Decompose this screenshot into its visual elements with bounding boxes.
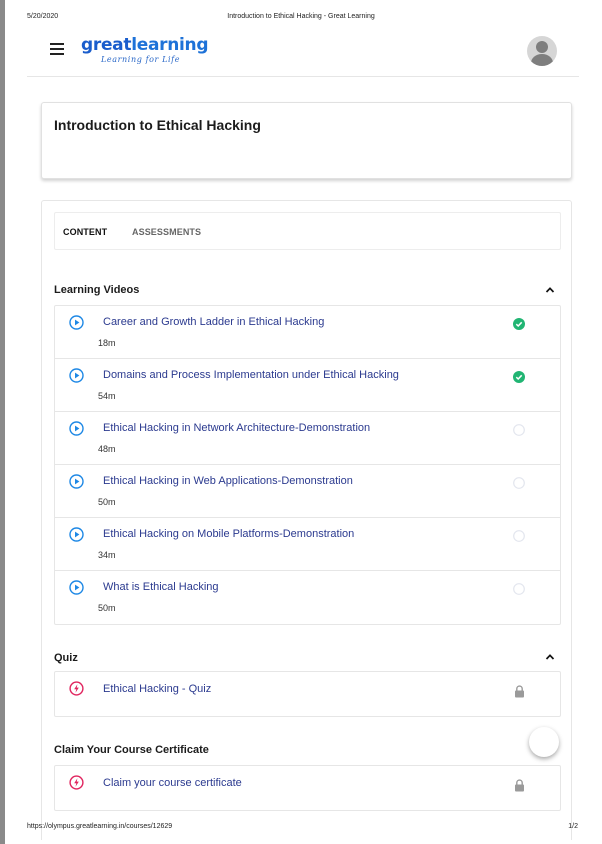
- logo-text-learning: learning: [131, 35, 209, 55]
- course-title-card: Introduction to Ethical Hacking: [41, 102, 572, 179]
- pending-circle-icon: [513, 423, 525, 436]
- quiz-list: Ethical Hacking - Quiz: [54, 671, 561, 717]
- quiz-icon: [69, 681, 84, 696]
- play-icon: [69, 368, 84, 383]
- video-item[interactable]: Domains and Process Implementation under…: [55, 359, 560, 412]
- section-title-learning-videos: Learning Videos: [54, 284, 140, 296]
- completed-check-icon: [513, 317, 525, 330]
- video-item[interactable]: Ethical Hacking on Mobile Platforms-Demo…: [55, 518, 560, 571]
- certificate-list: Claim your course certificate: [54, 765, 561, 811]
- video-item[interactable]: Ethical Hacking in Network Architecture-…: [55, 412, 560, 465]
- pending-circle-icon: [513, 582, 525, 595]
- collapse-learning-videos-icon[interactable]: [545, 285, 555, 295]
- great-learning-logo[interactable]: greatlearning Learning for Life: [81, 35, 209, 65]
- video-item-duration: 50m: [98, 497, 116, 507]
- completed-check-icon: [513, 370, 525, 383]
- lock-icon: [514, 779, 525, 792]
- section-title-certificate: Claim Your Course Certificate: [54, 744, 209, 756]
- logo-tagline: Learning for Life: [101, 55, 181, 64]
- play-icon: [69, 527, 84, 542]
- print-title: Introduction to Ethical Hacking - Great …: [227, 13, 375, 20]
- play-icon: [69, 315, 84, 330]
- video-item-label: Ethical Hacking in Web Applications-Demo…: [103, 475, 353, 487]
- video-item-label: Ethical Hacking in Network Architecture-…: [103, 422, 371, 434]
- video-item[interactable]: Career and Growth Ladder in Ethical Hack…: [55, 306, 560, 359]
- page-left-rule: [0, 0, 5, 844]
- video-item-label: Domains and Process Implementation under…: [103, 369, 399, 381]
- video-item-label: Ethical Hacking on Mobile Platforms-Demo…: [103, 528, 355, 540]
- play-icon: [69, 421, 84, 436]
- quiz-item[interactable]: Ethical Hacking - Quiz: [55, 672, 560, 716]
- hamburger-menu-icon[interactable]: [50, 43, 64, 55]
- video-item-duration: 54m: [98, 391, 116, 401]
- video-item-duration: 34m: [98, 550, 116, 560]
- lock-icon: [514, 685, 525, 698]
- print-page-number: 1/2: [568, 823, 578, 830]
- video-item[interactable]: Ethical Hacking in Web Applications-Demo…: [55, 465, 560, 518]
- learning-videos-list: Career and Growth Ladder in Ethical Hack…: [54, 305, 561, 625]
- floating-action-button[interactable]: [529, 727, 559, 757]
- pending-circle-icon: [513, 529, 525, 542]
- video-item-label: Career and Growth Ladder in Ethical Hack…: [103, 316, 325, 328]
- video-item-duration: 50m: [98, 603, 116, 613]
- certificate-icon: [69, 775, 84, 790]
- course-content-card: CONTENT ASSESSMENTS Learning Videos Care…: [41, 200, 572, 840]
- video-item-duration: 48m: [98, 444, 116, 454]
- user-avatar-icon[interactable]: [527, 36, 557, 66]
- certificate-item-label: Claim your course certificate: [103, 777, 242, 789]
- section-title-quiz: Quiz: [54, 652, 78, 664]
- quiz-item-label: Ethical Hacking - Quiz: [103, 683, 212, 695]
- tab-content[interactable]: CONTENT: [63, 227, 107, 237]
- tab-bar: CONTENT ASSESSMENTS: [54, 212, 561, 250]
- video-item[interactable]: What is Ethical Hacking 50m: [55, 571, 560, 624]
- pending-circle-icon: [513, 476, 525, 489]
- play-icon: [69, 474, 84, 489]
- tab-assessments[interactable]: ASSESSMENTS: [132, 227, 201, 237]
- certificate-item[interactable]: Claim your course certificate: [55, 766, 560, 810]
- course-title: Introduction to Ethical Hacking: [54, 117, 261, 133]
- collapse-quiz-icon[interactable]: [545, 652, 555, 662]
- top-navbar: greatlearning Learning for Life: [27, 30, 579, 77]
- video-item-label: What is Ethical Hacking: [103, 581, 219, 593]
- print-url: https://olympus.greatlearning.in/courses…: [27, 823, 173, 830]
- video-item-duration: 18m: [98, 338, 116, 348]
- logo-text-great: great: [81, 35, 132, 55]
- play-icon: [69, 580, 84, 595]
